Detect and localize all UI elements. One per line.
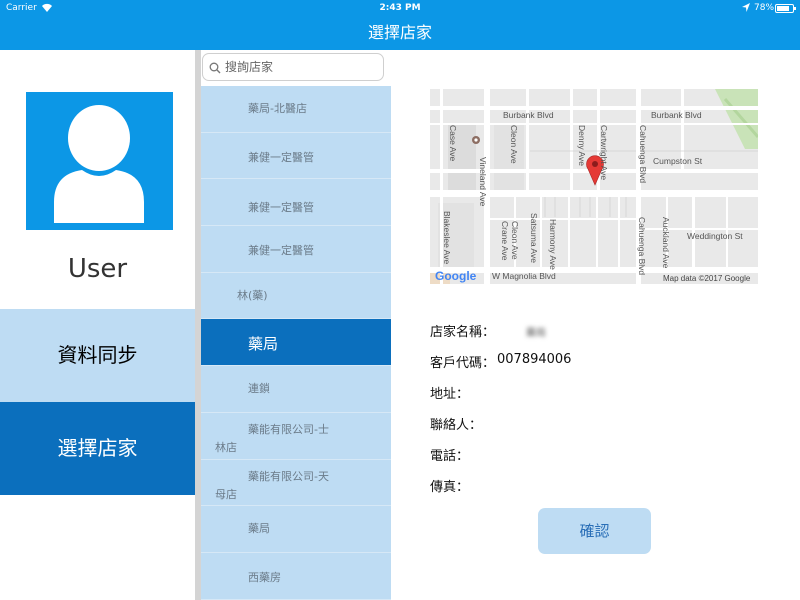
store-list-item[interactable]: 藥能有限公司-士 林店 bbox=[201, 412, 391, 460]
map-street-label: Burbank Blvd bbox=[651, 110, 702, 120]
battery-nub bbox=[794, 7, 796, 10]
contact-field: 聯絡人： bbox=[430, 414, 530, 433]
map-street-label: Crane Ave bbox=[500, 221, 510, 261]
fax-label: 傳真： bbox=[430, 480, 470, 495]
store-list-item[interactable]: 藥局 bbox=[201, 506, 391, 553]
customer-code-value: 007894006 bbox=[497, 352, 572, 367]
map-street-label: Denny Ave bbox=[577, 125, 587, 166]
map-street-label: Cahuenga Blvd bbox=[637, 217, 647, 275]
store-list-item[interactable]: 西藥房 bbox=[201, 552, 391, 600]
store-item-name: 藥能有限公司-天 bbox=[248, 469, 329, 483]
store-name-label: 店家名稱： bbox=[430, 325, 496, 340]
map-street-label: Burbank Blvd bbox=[503, 110, 554, 120]
address-label: 地址： bbox=[430, 387, 470, 402]
username-label: User bbox=[67, 254, 128, 284]
menu-item-select-store[interactable]: 選擇店家 bbox=[0, 402, 195, 495]
map-road-v bbox=[570, 89, 573, 191]
map-road-v bbox=[568, 197, 570, 269]
map-street-label: Blakeslee Ave bbox=[442, 211, 452, 265]
store-item-name: 兼健一定醫管 bbox=[248, 150, 314, 164]
store-list-item[interactable]: 兼健一定醫管 bbox=[201, 226, 391, 273]
store-item-name: 藥能有限公司-士 bbox=[248, 422, 329, 436]
map-road-h bbox=[430, 267, 758, 273]
address-field: 地址： bbox=[430, 383, 530, 402]
fax-field: 傳真： bbox=[430, 476, 530, 495]
store-item-name-line2: 母店 bbox=[215, 487, 237, 501]
store-item-name: 連鎖 bbox=[248, 382, 270, 396]
map-street-label: Cartwright Ave bbox=[599, 125, 609, 180]
store-list-item-selected[interactable]: 藥局 bbox=[201, 319, 391, 367]
store-item-name: 林(藥) bbox=[237, 288, 268, 302]
battery-fill bbox=[777, 6, 790, 11]
confirm-button[interactable]: 確認 bbox=[538, 508, 651, 554]
battery-percent: 78% bbox=[754, 3, 775, 13]
map-street-label: Cleon Ave bbox=[510, 221, 520, 260]
store-item-name-line2: 林店 bbox=[215, 440, 237, 454]
user-avatar-icon bbox=[54, 105, 144, 223]
store-map[interactable]: Burbank Blvd Burbank Blvd Cumpston St We… bbox=[430, 89, 758, 284]
map-road-v bbox=[618, 197, 620, 269]
store-detail-panel: Burbank Blvd Burbank Blvd Cumpston St We… bbox=[391, 50, 800, 600]
store-name-value: 藥局 bbox=[526, 328, 546, 339]
map-road-v bbox=[526, 89, 529, 191]
map-road-h bbox=[430, 106, 758, 110]
map-street-label: Vineland Ave bbox=[478, 157, 488, 207]
store-list-panel: 藥局-北醫店 兼健一定醫管 兼健一定醫管 兼健一定醫管 林(藥) 藥局 連鎖 藥… bbox=[201, 50, 391, 600]
map-street-label: Weddington St bbox=[687, 231, 743, 241]
search-input[interactable] bbox=[225, 57, 375, 77]
phone-label: 電話： bbox=[430, 449, 470, 464]
store-list-item[interactable]: 兼健一定醫管 bbox=[201, 179, 391, 227]
map-street-label: Satsuma Ave bbox=[529, 213, 539, 263]
phone-field: 電話： bbox=[430, 445, 530, 464]
customer-code-label: 客戶代碼： bbox=[430, 356, 496, 371]
map-attribution: Map data ©2017 Google bbox=[663, 274, 751, 283]
store-item-name: 藥局-北醫店 bbox=[248, 102, 307, 115]
map-street-label: Harmony Ave bbox=[548, 219, 558, 270]
map-road-h bbox=[638, 228, 758, 230]
contact-label: 聯絡人： bbox=[430, 418, 483, 433]
search-bar bbox=[201, 50, 391, 86]
battery-icon bbox=[775, 4, 796, 13]
store-item-name: 藥局 bbox=[248, 335, 279, 354]
store-list-item[interactable]: 兼健一定醫管 bbox=[201, 132, 391, 180]
store-list-item[interactable]: 連鎖 bbox=[201, 366, 391, 413]
store-list: 藥局-北醫店 兼健一定醫管 兼健一定醫管 兼健一定醫管 林(藥) 藥局 連鎖 藥… bbox=[201, 86, 391, 600]
map-road-h bbox=[488, 218, 638, 220]
store-item-name: 藥局 bbox=[248, 522, 270, 536]
google-logo: Google bbox=[435, 269, 477, 283]
store-item-name: 西藥房 bbox=[248, 570, 281, 584]
map-street-label: Auckland Ave bbox=[661, 217, 671, 269]
map-road-v bbox=[596, 197, 598, 269]
avatar bbox=[26, 92, 173, 230]
left-panel: User 資料同步 選擇店家 bbox=[0, 50, 195, 600]
map-street-label: Cumpston St bbox=[653, 156, 703, 166]
map-road-h bbox=[430, 123, 758, 125]
map-road-v bbox=[540, 197, 542, 269]
nav-title: 選擇店家 bbox=[367, 23, 432, 42]
store-list-item[interactable]: 藥局-北醫店 bbox=[201, 86, 391, 133]
store-list-item[interactable]: 藥能有限公司-天 母店 bbox=[201, 459, 391, 507]
store-item-name: 兼健一定醫管 bbox=[248, 244, 314, 258]
location-arrow-icon bbox=[742, 3, 750, 12]
map-canvas: Burbank Blvd Burbank Blvd Cumpston St We… bbox=[430, 89, 758, 284]
store-name-field: 店家名稱： 藥局 bbox=[430, 321, 610, 340]
map-street-label: Cleon Ave bbox=[509, 125, 519, 164]
menu-item-data-sync[interactable]: 資料同步 bbox=[0, 309, 195, 402]
search-icon bbox=[209, 62, 221, 74]
top-bar: Carrier 2:43 PM 78% 選擇店家 bbox=[0, 0, 800, 50]
map-street-label: W Magnolia Blvd bbox=[492, 271, 556, 281]
status-time: 2:43 PM bbox=[379, 3, 421, 13]
map-street-label: Cahuenga Blvd bbox=[638, 125, 648, 183]
customer-code-field: 客戶代碼： 007894006 bbox=[430, 352, 630, 371]
store-list-item[interactable]: 林(藥) bbox=[201, 272, 391, 320]
map-poi-icon-center bbox=[474, 138, 478, 142]
search-box[interactable] bbox=[202, 53, 384, 81]
store-item-name: 兼健一定醫管 bbox=[248, 201, 314, 215]
map-street-label: Case Ave bbox=[448, 125, 458, 162]
status-bar: Carrier 2:43 PM 78% bbox=[0, 0, 800, 18]
